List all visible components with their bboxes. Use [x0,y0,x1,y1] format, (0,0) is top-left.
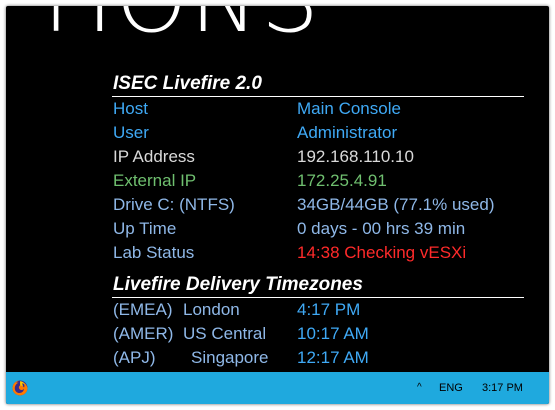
timezone-time: 12:17 AM [297,348,369,367]
timezone-city: US Central [183,324,267,343]
tray-chevron-up-icon[interactable]: ^ [417,381,422,395]
timezone-region: (APJ) [113,348,156,367]
info-value: 172.25.4.91 [297,171,387,190]
timezone-time: 10:17 AM [297,324,369,343]
info-label: IP Address [113,147,195,166]
timezones-title: Livefire Delivery Timezones [112,273,524,298]
info-label: User [113,123,149,142]
info-label: Drive C: (NTFS) [113,195,235,214]
wallpaper-text: TIONS [28,6,321,46]
info-row-external-ip: External IP 172.25.4.91 [112,169,524,193]
info-label: Host [113,99,148,118]
info-row-drive: Drive C: (NTFS) 34GB/44GB (77.1% used) [112,193,524,217]
info-row-uptime: Up Time 0 days - 00 hrs 39 min [112,217,524,241]
info-value: 192.168.110.10 [297,147,414,166]
timezone-region: (EMEA) [113,300,173,319]
timezone-row: (AMER) US Central 10:17 AM [112,322,524,346]
timezone-city: London [183,300,240,319]
timezone-region: (AMER) [113,324,174,343]
info-value: Administrator [297,123,398,142]
info-row-host: Host Main Console [112,97,524,121]
info-row-user: User Administrator [112,121,524,145]
info-row-ip-address: IP Address 192.168.110.10 [112,145,524,169]
firefox-icon[interactable] [12,380,28,396]
timezone-time: 4:17 PM [297,300,361,319]
info-label: Up Time [113,219,177,238]
bginfo-panel: ISEC Livefire 2.0 Host Main Console User… [112,72,524,370]
taskbar-clock[interactable]: 3:17 PM [482,381,523,395]
timezone-city: Singapore [191,348,269,367]
info-row-lab-status: Lab Status 14:38 Checking vESXi [112,241,524,265]
taskbar: ^ ENG 3:17 PM [6,372,549,404]
timezone-row: (EMEA) London 4:17 PM [112,298,524,322]
language-indicator[interactable]: ENG [439,381,463,395]
info-value: 34GB/44GB (77.1% used) [297,195,495,214]
info-label: Lab Status [113,243,195,262]
info-value: Main Console [297,99,401,118]
info-value: 0 days - 00 hrs 39 min [297,219,466,238]
info-label: External IP [113,171,197,190]
desktop-window: TIONS ISEC Livefire 2.0 Host Main Consol… [6,6,549,404]
timezone-row: (APJ) Singapore 12:17 AM [112,346,524,370]
status-value: 14:38 Checking vESXi [297,243,467,262]
bginfo-title: ISEC Livefire 2.0 [112,72,524,97]
